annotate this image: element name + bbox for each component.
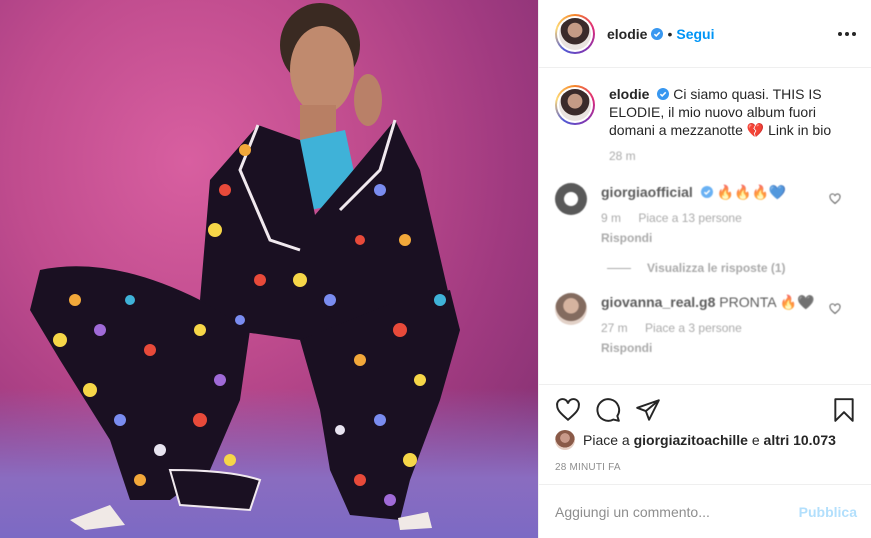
separator-dot: •: [667, 25, 673, 42]
view-replies-link[interactable]: Visualizza le risposte (1): [607, 261, 855, 275]
comment-avatar[interactable]: [555, 183, 587, 215]
save-bookmark-icon[interactable]: [831, 397, 857, 423]
verified-badge-icon: [651, 27, 664, 40]
follow-button[interactable]: Segui: [676, 26, 714, 42]
post-timestamp[interactable]: 28 MINUTI FA: [555, 462, 621, 473]
comment-time[interactable]: 27 m: [601, 321, 628, 335]
post-photo[interactable]: [0, 0, 538, 538]
publish-button[interactable]: Pubblica: [799, 504, 857, 520]
caption-avatar[interactable]: [555, 85, 595, 125]
action-bar: [539, 384, 871, 434]
comment-text: 🔥🔥🔥💙: [716, 184, 787, 200]
comment-likes[interactable]: Piace a 3 persone: [645, 321, 742, 335]
comment-item: giorgiaofficial 🔥🔥🔥💙 9 m Piace a 13 pers…: [555, 183, 855, 247]
liker-username[interactable]: giorgiazitoachille: [634, 432, 748, 448]
caption-username[interactable]: elodie: [609, 86, 649, 102]
comment-avatar[interactable]: [555, 293, 587, 325]
like-heart-icon[interactable]: [555, 397, 581, 423]
reply-button[interactable]: Rispondi: [601, 339, 841, 357]
verified-badge-icon: [657, 88, 670, 100]
comment-like-icon[interactable]: [829, 303, 841, 315]
caption: elodie Ci siamo quasi. THIS IS ELODIE, i…: [555, 85, 855, 165]
comment-like-icon[interactable]: [829, 193, 841, 205]
liker-avatar[interactable]: [555, 430, 575, 450]
add-comment-input[interactable]: Aggiungi un commento...: [555, 504, 799, 520]
caption-time[interactable]: 28 m: [609, 149, 636, 163]
author-username[interactable]: elodie: [607, 26, 647, 42]
comment-bubble-icon[interactable]: [595, 397, 621, 423]
likes-connector: e: [751, 432, 760, 448]
post-side-panel: elodie • Segui elodie Ci siamo quasi. TH…: [538, 0, 871, 538]
author-avatar[interactable]: [555, 13, 595, 54]
likes-summary: Piace a giorgiazitoachille e altri 10.07…: [555, 430, 855, 450]
add-comment-bar: Aggiungi un commento... Pubblica: [539, 484, 871, 538]
more-options-icon[interactable]: [837, 24, 857, 44]
post-header: elodie • Segui: [539, 0, 871, 68]
comments-list: elodie Ci siamo quasi. THIS IS ELODIE, i…: [539, 69, 871, 384]
comment-time[interactable]: 9 m: [601, 211, 621, 225]
instagram-post: elodie • Segui elodie Ci siamo quasi. TH…: [0, 0, 871, 538]
comment-likes[interactable]: Piace a 13 persone: [638, 211, 741, 225]
reply-button[interactable]: Rispondi: [601, 229, 841, 247]
comment-username[interactable]: giorgiaofficial: [601, 184, 693, 200]
likes-others[interactable]: altri 10.073: [764, 432, 836, 448]
comment-item: giovanna_real.g8 PRONTA 🔥🖤 27 m Piace a …: [555, 293, 855, 357]
comment-text: PRONTA 🔥🖤: [719, 294, 815, 310]
photo-illustration: [30, 3, 460, 530]
verified-badge-icon: [700, 186, 713, 198]
share-icon[interactable]: [635, 397, 661, 423]
likes-prefix: Piace a: [583, 432, 630, 448]
comment-username[interactable]: giovanna_real.g8: [601, 294, 715, 310]
